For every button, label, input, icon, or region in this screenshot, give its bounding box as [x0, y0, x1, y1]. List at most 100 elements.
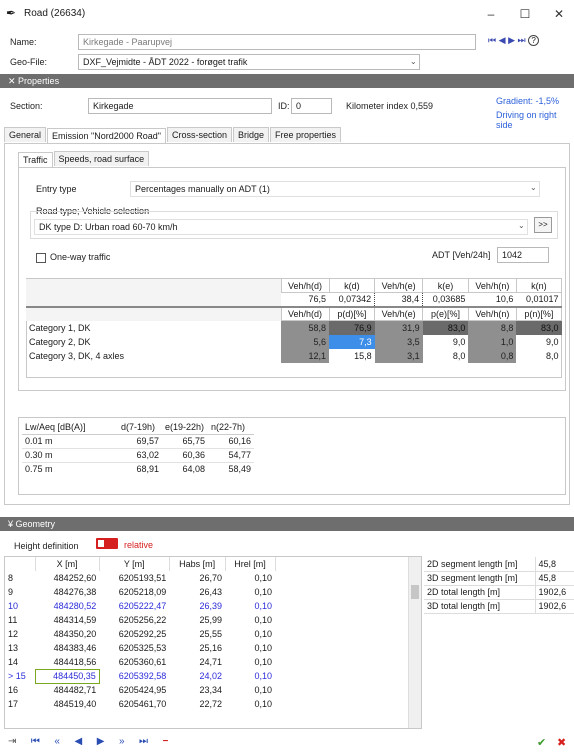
table-cell[interactable]: 76,9 [329, 320, 375, 335]
close-button[interactable]: ✕ [548, 5, 570, 23]
x-cell[interactable]: 484350,20 [35, 627, 99, 641]
hrel-cell[interactable]: 0,10 [225, 571, 275, 585]
table-cell[interactable]: 58,8 [281, 320, 329, 335]
table-cell[interactable]: 3,1 [374, 348, 423, 363]
habs-cell[interactable]: 24,02 [169, 669, 225, 683]
first-point-icon[interactable]: ⏮ [31, 736, 40, 747]
table-cell[interactable]: 0,07342 [329, 293, 375, 307]
y-cell[interactable]: 6205256,22 [99, 613, 169, 627]
habs-cell[interactable]: 26,43 [169, 585, 225, 599]
hrel-cell[interactable]: 0,10 [225, 627, 275, 641]
last-point-icon[interactable]: ⏭ [139, 736, 148, 747]
table-cell[interactable]: 8,8 [468, 320, 517, 335]
habs-cell[interactable]: 25,99 [169, 613, 225, 627]
chevron-down-icon[interactable]: ⌄ [530, 183, 537, 192]
insert-point-icon[interactable]: ⇥ [8, 736, 16, 747]
y-cell[interactable]: 6205292,25 [99, 627, 169, 641]
table-cell[interactable]: 1,0 [468, 334, 517, 349]
table-row[interactable]: 12 484350,20 6205292,25 25,55 0,10 [5, 627, 405, 641]
tab-free-properties[interactable]: Free properties [270, 127, 342, 142]
table-row[interactable]: 13 484383,46 6205325,53 25,16 0,10 [5, 641, 405, 655]
hrel-cell[interactable]: 0,10 [225, 669, 275, 683]
habs-cell[interactable]: 26,39 [169, 599, 225, 613]
table-cell[interactable]: 10,6 [468, 293, 516, 307]
next-record-icon[interactable]: ▶ [508, 35, 515, 45]
table-row[interactable]: 8 484252,60 6205193,51 26,70 0,10 [5, 571, 405, 585]
name-field[interactable]: Kirkegade - Paarupvej [78, 34, 476, 50]
habs-cell[interactable]: 23,34 [169, 683, 225, 697]
table-cell[interactable]: 3,5 [374, 334, 423, 349]
table-cell[interactable]: 38,4 [374, 292, 424, 307]
hrel-cell[interactable]: 0,10 [225, 683, 275, 697]
table-cell[interactable]: 76,5 [281, 293, 329, 307]
table-cell[interactable]: 83,0 [422, 320, 469, 335]
tab-cross-section[interactable]: Cross-section [166, 127, 232, 142]
hrel-cell[interactable]: 0,10 [225, 613, 275, 627]
table-cell[interactable]: 31,9 [374, 320, 423, 335]
hrel-cell[interactable]: 0,10 [225, 641, 275, 655]
adt-field[interactable]: 1042 [497, 247, 549, 263]
table-row[interactable]: 11 484314,59 6205256,22 25,99 0,10 [5, 613, 405, 627]
prev-page-icon[interactable]: « [54, 736, 60, 747]
help-icon[interactable]: ? [528, 35, 540, 46]
table-cell[interactable]: 0,03685 [423, 293, 469, 307]
one-way-checkbox[interactable] [36, 252, 46, 263]
table-row[interactable]: 10 484280,52 6205222,47 26,39 0,10 [5, 599, 405, 613]
minimize-button[interactable]: – [480, 5, 502, 23]
habs-cell[interactable]: 25,55 [169, 627, 225, 641]
y-cell[interactable]: 6205222,47 [99, 599, 169, 613]
x-cell[interactable]: 484450,35 [34, 668, 100, 684]
y-cell[interactable]: 6205193,51 [99, 571, 169, 585]
table-cell[interactable]: 8,0 [516, 349, 561, 363]
geometry-scrollbar[interactable] [408, 557, 421, 728]
cancel-button[interactable]: ✖ [557, 736, 566, 749]
ok-button[interactable]: ✔ [537, 736, 546, 749]
tab-bridge[interactable]: Bridge [233, 127, 270, 142]
next-point-icon[interactable]: ▶ [97, 736, 105, 747]
chevron-down-icon[interactable]: ⌄ [518, 221, 525, 230]
table-cell[interactable]: 9,0 [423, 335, 469, 349]
tab-general[interactable]: General [4, 127, 47, 142]
more-button[interactable]: >> [534, 217, 552, 233]
x-cell[interactable]: 484276,38 [35, 585, 99, 599]
y-cell[interactable]: 6205392,58 [99, 669, 169, 683]
x-cell[interactable]: 484252,60 [35, 571, 99, 585]
id-field[interactable]: 0 [291, 98, 332, 114]
table-cell[interactable]: 5,6 [281, 334, 329, 349]
table-cell[interactable]: 9,0 [516, 335, 561, 349]
geofile-select[interactable]: DXF_Vejmidte - ÅDT 2022 - forøget trafik [78, 54, 420, 70]
tab-emission[interactable]: Emission "Nord2000 Road" [47, 128, 166, 143]
entry-type-select[interactable]: Percentages manually on ADT (1) [130, 181, 540, 197]
habs-cell[interactable]: 25,16 [169, 641, 225, 655]
tab-traffic[interactable]: Traffic [18, 152, 53, 167]
gradient-link[interactable]: Gradient: -1,5% [496, 96, 559, 106]
x-cell[interactable]: 484314,59 [35, 613, 99, 627]
road-type-select[interactable]: DK type D: Urban road 60-70 km/h [34, 219, 528, 235]
properties-header[interactable]: ✕ Properties [0, 74, 574, 88]
table-cell[interactable]: 0,01017 [516, 293, 561, 307]
table-row[interactable]: 14 484418,56 6205360,61 24,71 0,10 [5, 655, 405, 669]
x-cell[interactable]: 484280,52 [35, 599, 99, 613]
height-toggle[interactable] [96, 538, 118, 550]
x-cell[interactable]: 484482,71 [35, 683, 99, 697]
table-row[interactable]: 16 484482,71 6205424,95 23,34 0,10 [5, 683, 405, 697]
scrollbar-thumb[interactable] [411, 585, 419, 599]
hrel-cell[interactable]: 0,10 [225, 697, 275, 711]
next-page-icon[interactable]: » [119, 736, 125, 747]
table-row[interactable]: 9 484276,38 6205218,09 26,43 0,10 [5, 585, 405, 599]
x-cell[interactable]: 484418,56 [35, 655, 99, 669]
x-cell[interactable]: 484519,40 [35, 697, 99, 711]
y-cell[interactable]: 6205325,53 [99, 641, 169, 655]
table-cell-selected[interactable]: 7,3 [329, 334, 375, 349]
maximize-button[interactable]: ☐ [514, 5, 536, 23]
first-record-icon[interactable]: ⏮ [488, 35, 496, 45]
y-cell[interactable]: 6205360,61 [99, 655, 169, 669]
y-cell[interactable]: 6205424,95 [99, 683, 169, 697]
habs-cell[interactable]: 26,70 [169, 571, 225, 585]
delete-point-icon[interactable]: − [163, 736, 169, 747]
habs-cell[interactable]: 24,71 [169, 655, 225, 669]
last-record-icon[interactable]: ⏭ [518, 35, 526, 45]
hrel-cell[interactable]: 0,10 [225, 585, 275, 599]
table-cell[interactable]: 83,0 [516, 320, 562, 335]
tab-speeds[interactable]: Speeds, road surface [53, 151, 150, 166]
